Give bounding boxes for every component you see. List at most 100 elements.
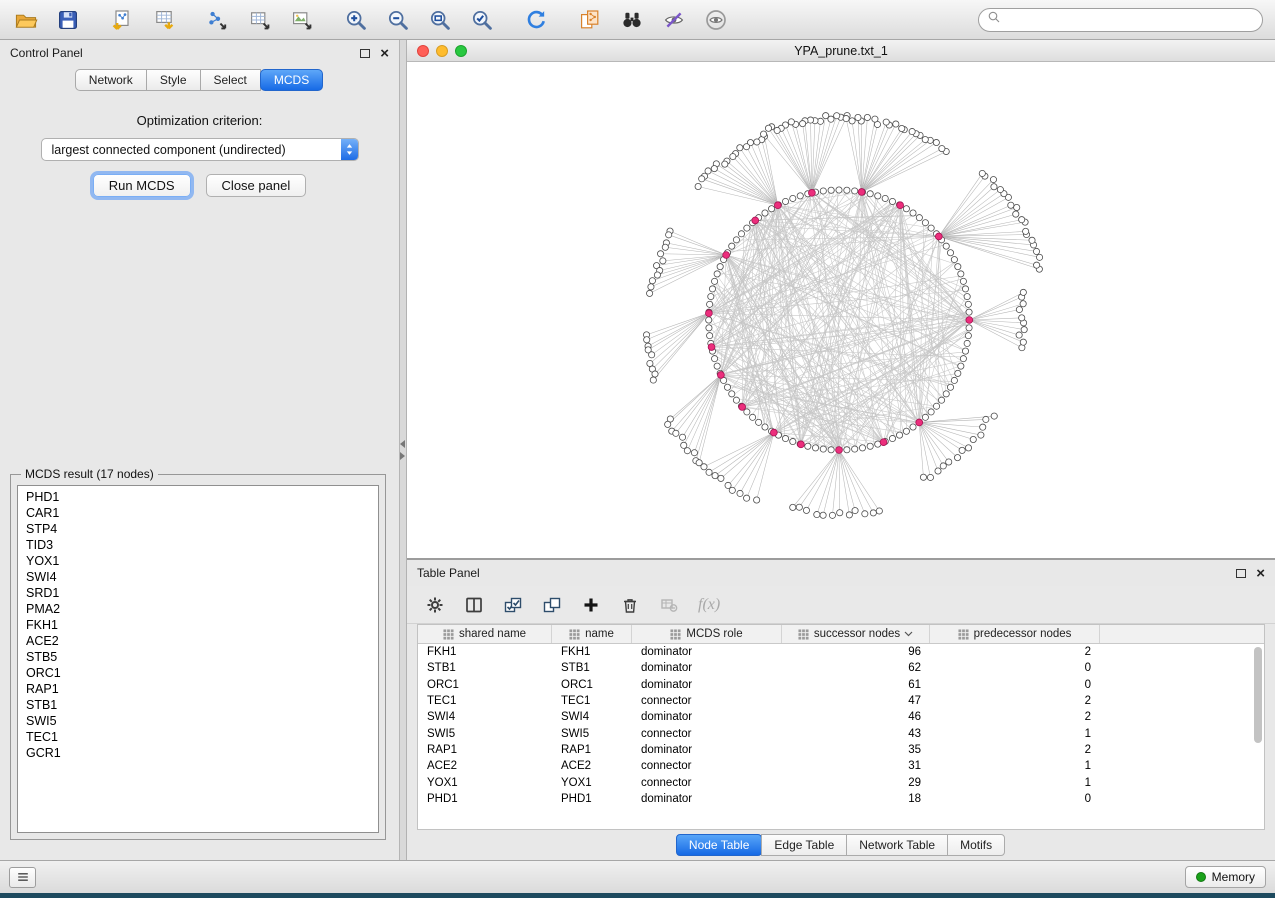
table-cell[interactable]: 46 — [782, 711, 930, 723]
open-folder-icon[interactable] — [12, 6, 40, 34]
table-cell[interactable]: 61 — [782, 679, 930, 691]
column-header-successor-nodes[interactable]: successor nodes — [782, 625, 930, 643]
table-cell[interactable]: ORC1 — [418, 679, 552, 691]
table-cell[interactable]: 2 — [930, 695, 1100, 707]
table-row[interactable]: SWI4SWI4dominator462 — [418, 709, 1264, 725]
criterion-dropdown[interactable]: largest connected component (undirected) — [41, 138, 359, 161]
table-cell[interactable]: connector — [632, 760, 782, 772]
deselect-all-icon[interactable] — [542, 595, 562, 615]
table-cell[interactable]: 0 — [930, 679, 1100, 691]
window-close-button[interactable] — [417, 45, 429, 57]
tab-node-table[interactable]: Node Table — [676, 834, 763, 856]
table-cell[interactable]: 0 — [930, 662, 1100, 674]
result-node[interactable]: RAP1 — [26, 681, 370, 697]
table-cell[interactable]: dominator — [632, 744, 782, 756]
tab-mcds[interactable]: MCDS — [260, 69, 323, 91]
table-cell[interactable]: RAP1 — [418, 744, 552, 756]
table-cell[interactable]: 47 — [782, 695, 930, 707]
table-row[interactable]: SWI5SWI5connector431 — [418, 725, 1264, 741]
table-row[interactable]: ACE2ACE2connector311 — [418, 758, 1264, 774]
window-minimize-button[interactable] — [436, 45, 448, 57]
result-node[interactable]: STP4 — [26, 521, 370, 537]
table-cell[interactable]: connector — [632, 777, 782, 789]
window-zoom-button[interactable] — [455, 45, 467, 57]
table-cell[interactable]: ACE2 — [552, 760, 632, 772]
zoom-out-icon[interactable] — [384, 6, 412, 34]
table-cell[interactable]: 1 — [930, 760, 1100, 772]
table-row[interactable]: YOX1YOX1connector291 — [418, 774, 1264, 790]
table-cell[interactable]: 43 — [782, 728, 930, 740]
memory-button[interactable]: Memory — [1185, 866, 1266, 888]
result-node[interactable]: SRD1 — [26, 585, 370, 601]
network-canvas[interactable] — [407, 62, 1275, 558]
table-cell[interactable]: 29 — [782, 777, 930, 789]
table-cell[interactable]: PHD1 — [418, 793, 552, 805]
table-cell[interactable]: YOX1 — [418, 777, 552, 789]
table-row[interactable]: STB1STB1dominator620 — [418, 660, 1264, 676]
tab-select[interactable]: Select — [200, 69, 261, 91]
settings-icon[interactable] — [425, 595, 445, 615]
close-table-panel-icon[interactable]: × — [1256, 566, 1265, 581]
table-cell[interactable]: dominator — [632, 711, 782, 723]
tab-network-table[interactable]: Network Table — [846, 834, 948, 856]
table-cell[interactable]: YOX1 — [552, 777, 632, 789]
close-panel-button[interactable]: Close panel — [206, 174, 307, 197]
hide-panel-icon[interactable] — [660, 6, 688, 34]
float-table-panel-icon[interactable] — [1236, 569, 1246, 578]
zoom-fit-icon[interactable] — [426, 6, 454, 34]
table-cell[interactable]: connector — [632, 728, 782, 740]
result-node[interactable]: FKH1 — [26, 617, 370, 633]
result-node[interactable]: STB5 — [26, 649, 370, 665]
table-cell[interactable]: dominator — [632, 679, 782, 691]
refresh-layout-icon[interactable] — [522, 6, 550, 34]
table-cell[interactable]: 1 — [930, 728, 1100, 740]
table-cell[interactable]: dominator — [632, 662, 782, 674]
select-all-icon[interactable] — [503, 595, 523, 615]
table-cell[interactable]: 18 — [782, 793, 930, 805]
scrollbar-thumb[interactable] — [1254, 647, 1262, 743]
table-cell[interactable]: SWI4 — [418, 711, 552, 723]
import-network-file-icon[interactable] — [108, 6, 136, 34]
result-node[interactable]: ACE2 — [26, 633, 370, 649]
table-cell[interactable]: 2 — [930, 646, 1100, 658]
table-cell[interactable]: RAP1 — [552, 744, 632, 756]
close-panel-icon[interactable]: × — [380, 46, 389, 61]
table-cell[interactable]: SWI5 — [552, 728, 632, 740]
result-node[interactable]: GCR1 — [26, 745, 370, 761]
table-cell[interactable]: 2 — [930, 744, 1100, 756]
table-cell[interactable]: TEC1 — [552, 695, 632, 707]
float-panel-icon[interactable] — [360, 49, 370, 58]
table-cell[interactable]: dominator — [632, 646, 782, 658]
table-cell[interactable]: STB1 — [418, 662, 552, 674]
table-cell[interactable]: FKH1 — [552, 646, 632, 658]
table-cell[interactable]: 0 — [930, 793, 1100, 805]
table-cell[interactable]: FKH1 — [418, 646, 552, 658]
panel-selector-button[interactable] — [9, 867, 36, 888]
table-cell[interactable]: 31 — [782, 760, 930, 772]
table-cell[interactable]: 62 — [782, 662, 930, 674]
result-node[interactable]: SWI5 — [26, 713, 370, 729]
save-icon[interactable] — [54, 6, 82, 34]
table-row[interactable]: ORC1ORC1dominator610 — [418, 677, 1264, 693]
column-header-name[interactable]: name — [552, 625, 632, 643]
tab-motifs[interactable]: Motifs — [947, 834, 1005, 856]
result-node[interactable]: STB1 — [26, 697, 370, 713]
tab-style[interactable]: Style — [146, 69, 201, 91]
table-row[interactable]: PHD1PHD1dominator180 — [418, 791, 1264, 807]
result-node[interactable]: PMA2 — [26, 601, 370, 617]
columns-icon[interactable] — [464, 595, 484, 615]
mcds-result-list[interactable]: PHD1CAR1STP4TID3YOX1SWI4SRD1PMA2FKH1ACE2… — [17, 485, 379, 833]
result-node[interactable]: TEC1 — [26, 729, 370, 745]
table-scrollbar[interactable] — [1253, 646, 1263, 826]
run-mcds-button[interactable]: Run MCDS — [93, 174, 191, 197]
table-cell[interactable]: PHD1 — [552, 793, 632, 805]
column-header-MCDS-role[interactable]: MCDS role — [632, 625, 782, 643]
table-row[interactable]: TEC1TEC1connector472 — [418, 693, 1264, 709]
export-image-icon[interactable] — [288, 6, 316, 34]
result-node[interactable]: CAR1 — [26, 505, 370, 521]
panel-splitter[interactable] — [400, 40, 407, 860]
table-cell[interactable]: 1 — [930, 777, 1100, 789]
export-network-icon[interactable] — [204, 6, 232, 34]
result-node[interactable]: SWI4 — [26, 569, 370, 585]
table-cell[interactable]: TEC1 — [418, 695, 552, 707]
